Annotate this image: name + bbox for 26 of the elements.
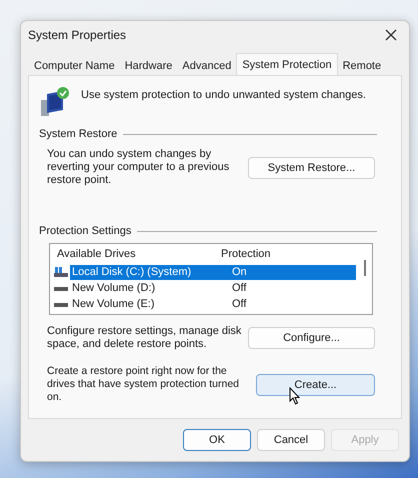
dialog-button[interactable]: OK — [183, 429, 251, 451]
column-header: Available Drives — [57, 248, 137, 260]
description-text: You can undo system changes by reverting your computer to a previous restore point. — [47, 148, 230, 187]
group-heading: Protection Settings — [39, 225, 132, 237]
scrollbar-thumb[interactable] — [364, 260, 366, 276]
drive-row[interactable]: New Volume (E:) Off — [70, 296, 356, 312]
tab[interactable]: Advanced — [177, 56, 236, 75]
configure-button[interactable]: Configure... — [248, 327, 375, 349]
description-text: Create a restore point right now for the drives that have system protection turned on. — [47, 365, 240, 404]
system-drive-icon — [54, 267, 68, 277]
tab[interactable]: System Protection — [236, 53, 338, 75]
tab[interactable]: Hardware — [120, 56, 178, 75]
tab[interactable]: Computer Name — [29, 56, 120, 75]
window-title: System Properties — [28, 28, 126, 42]
computer-shield-icon — [39, 86, 71, 118]
system-restore-button[interactable]: System Restore... — [248, 156, 375, 178]
drive-row[interactable]: New Volume (D:) Off — [70, 280, 356, 296]
drive-row[interactable]: Local Disk (C:) (System) On — [70, 264, 356, 280]
description-text: Configure restore settings, manage disk space, and delete restore points. — [47, 325, 242, 351]
tab[interactable]: Remote — [338, 56, 386, 75]
column-header: Protection — [221, 248, 271, 260]
mouse-cursor-icon — [289, 386, 302, 404]
close-icon[interactable] — [385, 29, 397, 41]
dialog-button[interactable]: Cancel — [257, 429, 325, 451]
group-heading: System Restore — [39, 128, 118, 140]
intro-text: Use system protection to undo unwanted system changes. — [81, 89, 366, 101]
